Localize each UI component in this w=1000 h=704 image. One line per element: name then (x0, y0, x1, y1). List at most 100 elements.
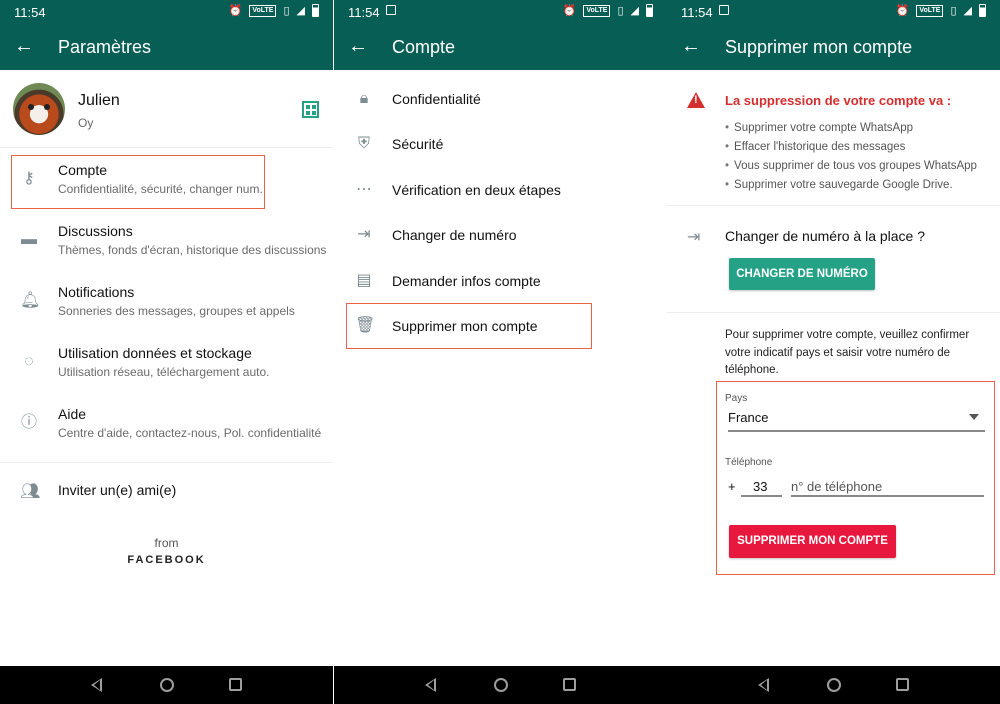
back-arrow-icon[interactable]: ← (681, 34, 701, 58)
settings-item-title: Utilisation données et stockage (58, 345, 252, 361)
vibrate-icon: ▯ (283, 5, 290, 17)
lock-icon: 🔒︎ (359, 90, 369, 107)
alarm-icon: ⏰ (895, 5, 910, 17)
page-title: Paramètres (58, 37, 152, 57)
invite-friend-item[interactable]: 👥︎ Inviter un(e) ami(e) (0, 470, 333, 515)
delete-account-screen: 11:54 ⏰ VoLTE ▯ ◢ ← Supprimer mon compte… (667, 0, 1000, 704)
chat-icon: ▬ (21, 231, 37, 248)
profile-row[interactable]: Julien Oy (0, 70, 333, 148)
signal-icon: ◢ (296, 5, 305, 17)
system-nav-bar (0, 666, 333, 704)
status-icons: ⏰ VoLTE ▯ ◢ (896, 4, 986, 17)
signal-icon: ◢ (963, 5, 972, 17)
avatar[interactable] (13, 83, 65, 135)
invite-label: Inviter un(e) ami(e) (58, 482, 177, 498)
status-bar: 11:54 ⏰ VoLTE ▯ ◢ (0, 0, 333, 24)
app-bar: ← Supprimer mon compte (667, 24, 1000, 70)
vibrate-icon: ▯ (950, 5, 957, 17)
system-nav-bar (667, 666, 1000, 704)
alarm-icon: ⏰ (228, 5, 243, 17)
nav-back-icon[interactable] (758, 678, 769, 692)
account-item-privacy[interactable]: 🔒︎ Confidentialité (334, 77, 667, 122)
document-icon: ▤ (356, 272, 372, 289)
change-number-icon: ⇥ (357, 226, 371, 243)
status-time: 11:54 (348, 5, 380, 20)
warning-icon (687, 92, 705, 108)
bell-icon: 🔔︎ (20, 292, 41, 309)
gallery-icon (719, 5, 729, 15)
back-arrow-icon[interactable]: ← (348, 34, 368, 58)
from-label: from (154, 536, 179, 550)
settings-item-subtitle: Sonneries des messages, groupes et appel… (58, 304, 295, 318)
list-item: Supprimer votre compte WhatsApp (725, 121, 977, 140)
divider (667, 205, 1000, 206)
nav-back-icon[interactable] (91, 678, 102, 692)
settings-item-aide[interactable]: ⓘ Aide Centre d'aide, contactez-nous, Po… (0, 394, 333, 455)
password-dots-icon: ⋯ (356, 181, 372, 198)
status-bar: 11:54 ⏰ VoLTE ▯ ◢ (667, 0, 1000, 24)
alarm-icon: ⏰ (562, 5, 577, 17)
highlight-box (716, 381, 995, 575)
settings-item-subtitle: Utilisation réseau, téléchargement auto. (58, 365, 270, 379)
list-item: Vous supprimer de tous vos groupes Whats… (725, 159, 977, 178)
settings-item-subtitle: Centre d'aide, contactez-nous, Pol. conf… (58, 426, 322, 440)
system-nav-bar (334, 666, 667, 704)
settings-item-storage[interactable]: ◌ Utilisation données et stockage Utilis… (0, 333, 333, 394)
highlight-box (346, 303, 592, 349)
account-item-security[interactable]: ⛨ Sécurité (334, 122, 667, 167)
status-icons: ⏰ VoLTE ▯ ◢ (229, 4, 319, 17)
settings-screen: 11:54 ⏰ VoLTE ▯ ◢ ← Paramètres Julien Oy… (0, 0, 333, 704)
warning-title: La suppression de votre compte va : (725, 93, 952, 108)
change-number-title: Changer de numéro à la place ? (725, 228, 926, 244)
account-item-label: Sécurité (392, 136, 444, 152)
change-number-icon: ⇥ (687, 229, 701, 246)
back-arrow-icon[interactable]: ← (14, 34, 34, 58)
people-icon: 👥︎ (20, 483, 41, 500)
battery-icon (979, 4, 986, 17)
settings-item-title: Notifications (58, 284, 135, 300)
volte-icon: VoLTE (583, 4, 611, 17)
signal-icon: ◢ (630, 5, 639, 17)
app-bar: ← Compte (334, 24, 667, 70)
status-icons: ⏰ VoLTE ▯ ◢ (563, 4, 653, 17)
nav-recents-icon[interactable] (563, 678, 576, 691)
profile-status: Oy (78, 116, 94, 130)
account-item-label: Vérification en deux étapes (392, 182, 561, 198)
account-item-request-info[interactable]: ▤ Demander infos compte (334, 259, 667, 304)
nav-home-icon[interactable] (160, 678, 174, 692)
highlight-box (11, 155, 265, 209)
settings-item-notifications[interactable]: 🔔︎ Notifications Sonneries des messages,… (0, 272, 333, 333)
app-bar: ← Paramètres (0, 24, 333, 70)
volte-icon: VoLTE (249, 4, 277, 17)
settings-item-subtitle: Thèmes, fonds d'écran, historique des di… (58, 243, 327, 257)
nav-recents-icon[interactable] (896, 678, 909, 691)
data-usage-icon: ◌ (24, 353, 34, 370)
nav-home-icon[interactable] (827, 678, 841, 692)
list-item: Supprimer votre sauvegarde Google Drive. (725, 178, 977, 197)
account-screen: 11:54 ⏰ VoLTE ▯ ◢ ← Compte 🔒︎ Confidenti… (334, 0, 667, 704)
divider (667, 312, 1000, 313)
facebook-logo: FACEBOOK (127, 554, 206, 566)
shield-icon: ⛨ (357, 135, 370, 152)
divider (0, 462, 333, 463)
account-item-two-step[interactable]: ⋯ Vérification en deux étapes (334, 168, 667, 213)
settings-item-title: Discussions (58, 223, 133, 239)
account-item-label: Changer de numéro (392, 227, 517, 243)
account-item-change-number[interactable]: ⇥ Changer de numéro (334, 213, 667, 258)
status-time: 11:54 (14, 5, 46, 20)
profile-name: Julien (78, 92, 120, 109)
gallery-icon (386, 5, 396, 15)
status-bar: 11:54 ⏰ VoLTE ▯ ◢ (334, 0, 667, 24)
settings-item-title: Aide (58, 406, 87, 422)
consequences-list: Supprimer votre compte WhatsApp Effacer … (725, 121, 977, 197)
settings-item-discussions[interactable]: ▬ Discussions Thèmes, fonds d'écran, his… (0, 211, 333, 272)
confirm-instructions: Pour supprimer votre compte, veuillez co… (725, 329, 970, 376)
nav-home-icon[interactable] (494, 678, 508, 692)
nav-back-icon[interactable] (425, 678, 436, 692)
qr-code-icon[interactable] (302, 101, 319, 118)
account-item-label: Demander infos compte (392, 273, 541, 289)
page-title: Supprimer mon compte (725, 37, 913, 57)
change-number-button[interactable]: CHANGER DE NUMÉRO (729, 258, 875, 290)
list-item: Effacer l'historique des messages (725, 140, 977, 159)
nav-recents-icon[interactable] (229, 678, 242, 691)
